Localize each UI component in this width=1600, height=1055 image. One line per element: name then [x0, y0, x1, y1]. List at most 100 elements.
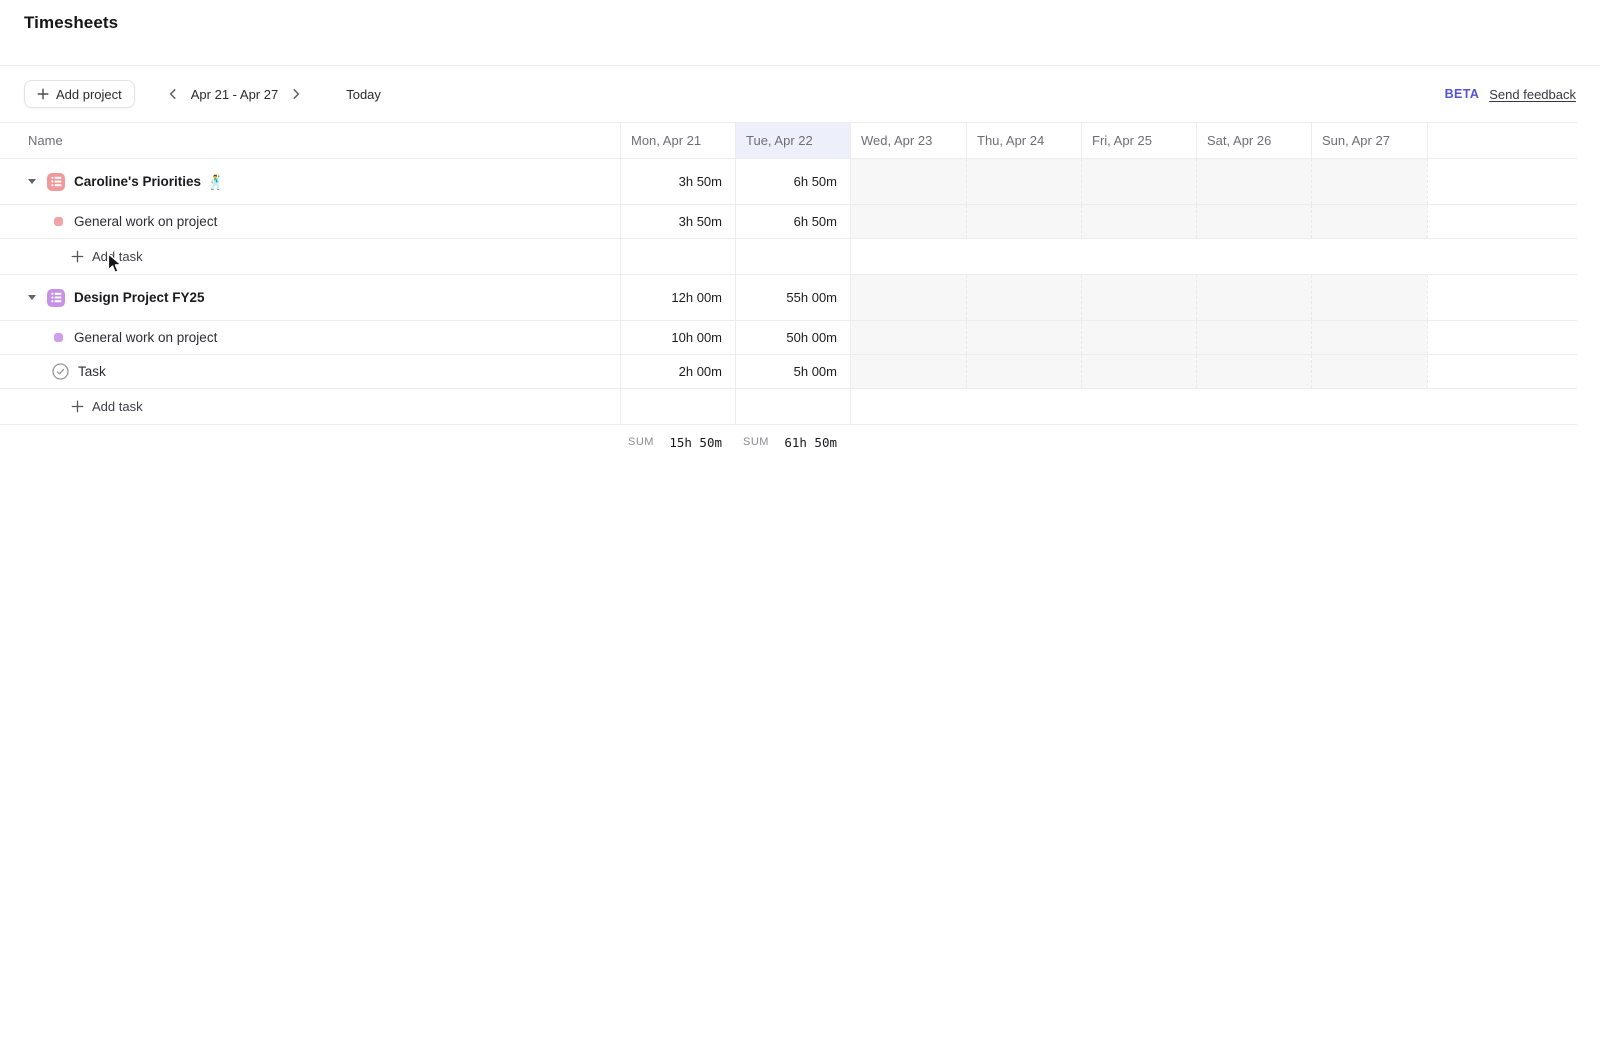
time-cell-sun-empty [1311, 159, 1427, 204]
sum-cell-mon: SUM 15h 50m [620, 425, 735, 459]
task-row-task[interactable]: Task 2h 00m 5h 00m [0, 355, 1577, 389]
project-name-cell[interactable]: Caroline's Priorities 🕺 [0, 159, 620, 204]
time-cell-mon[interactable]: 10h 00m [620, 321, 735, 354]
time-cell-tue[interactable]: 5h 00m [735, 355, 850, 388]
beta-badge: BETA [1445, 87, 1480, 101]
time-cell-fri-empty [1081, 275, 1196, 320]
time-cell-wed-empty [850, 159, 966, 204]
add-task-row[interactable]: Add task [0, 239, 1577, 275]
sum-value-mon: 15h 50m [669, 435, 722, 450]
page-title: Timesheets [24, 13, 1576, 33]
project-title: Caroline's Priorities [74, 174, 201, 189]
empty-cell [620, 239, 735, 274]
time-cell-thu-empty [966, 355, 1081, 388]
add-task-label: Add task [92, 399, 143, 414]
time-cell-thu-empty [966, 159, 1081, 204]
time-cell-tue[interactable]: 6h 50m [735, 205, 850, 238]
project-emoji: 🕺 [207, 175, 224, 189]
time-cell-sun-empty [1311, 205, 1427, 238]
time-cell-tue[interactable]: 6h 50m [735, 159, 850, 204]
time-cell-tue[interactable]: 55h 00m [735, 275, 850, 320]
task-bullet-icon [54, 217, 63, 226]
column-header-sat: Sat, Apr 26 [1196, 123, 1311, 158]
time-cell-thu-empty [966, 205, 1081, 238]
chevron-right-icon[interactable] [284, 82, 308, 106]
project-row-design-project-fy25[interactable]: Design Project FY25 12h 00m 55h 00m [0, 275, 1577, 321]
time-cell-wed-empty [850, 205, 966, 238]
trailing-cell [1427, 159, 1577, 204]
empty-cell [620, 389, 735, 424]
table-header-row: Name Mon, Apr 21 Tue, Apr 22 Wed, Apr 23… [0, 122, 1577, 159]
empty-cell [850, 389, 966, 424]
time-cell-sun-empty [1311, 321, 1427, 354]
check-circle-icon[interactable] [52, 363, 69, 380]
time-cell-mon[interactable]: 3h 50m [620, 159, 735, 204]
project-name-cell[interactable]: Design Project FY25 [0, 275, 620, 320]
plus-icon [71, 400, 84, 413]
timesheet-grid: Name Mon, Apr 21 Tue, Apr 22 Wed, Apr 23… [0, 122, 1577, 459]
today-button[interactable]: Today [346, 87, 381, 102]
add-task-button[interactable]: Add task [0, 239, 620, 274]
column-header-trailing [1427, 123, 1577, 158]
time-cell-mon[interactable]: 2h 00m [620, 355, 735, 388]
column-header-sun: Sun, Apr 27 [1311, 123, 1427, 158]
column-header-fri: Fri, Apr 25 [1081, 123, 1196, 158]
time-cell-thu-empty [966, 321, 1081, 354]
plus-icon [37, 88, 49, 100]
collapse-caret-icon[interactable] [28, 295, 36, 300]
add-project-label: Add project [56, 87, 122, 102]
time-cell-wed-empty [850, 275, 966, 320]
column-header-thu: Thu, Apr 24 [966, 123, 1081, 158]
time-cell-wed-empty [850, 355, 966, 388]
column-header-tue: Tue, Apr 22 [735, 123, 850, 158]
task-name-cell[interactable]: Task [0, 355, 620, 388]
time-cell-sat-empty [1196, 321, 1311, 354]
add-project-button[interactable]: Add project [24, 80, 135, 108]
time-cell-mon[interactable]: 3h 50m [620, 205, 735, 238]
task-bullet-icon [54, 333, 63, 342]
task-row-general-work[interactable]: General work on project 3h 50m 6h 50m [0, 205, 1577, 239]
time-cell-sun-empty [1311, 275, 1427, 320]
add-task-button[interactable]: Add task [0, 389, 620, 424]
time-cell-fri-empty [1081, 205, 1196, 238]
task-label: General work on project [74, 214, 217, 229]
collapse-caret-icon[interactable] [28, 179, 36, 184]
project-list-icon [47, 173, 65, 191]
time-cell-sat-empty [1196, 205, 1311, 238]
task-row-general-work[interactable]: General work on project 10h 00m 50h 00m [0, 321, 1577, 355]
toolbar: Add project Apr 21 - Apr 27 Today BETA S… [0, 66, 1600, 122]
date-navigation: Apr 21 - Apr 27 [161, 82, 308, 106]
send-feedback-link[interactable]: Send feedback [1489, 87, 1576, 102]
date-range-label[interactable]: Apr 21 - Apr 27 [191, 87, 278, 102]
trailing-cell [1427, 321, 1577, 354]
chevron-left-icon[interactable] [161, 82, 185, 106]
time-cell-tue[interactable]: 50h 00m [735, 321, 850, 354]
time-cell-fri-empty [1081, 355, 1196, 388]
column-header-wed: Wed, Apr 23 [850, 123, 966, 158]
task-label: Task [78, 364, 106, 379]
app-header: Timesheets [0, 0, 1600, 66]
sum-value-tue: 61h 50m [784, 435, 837, 450]
column-header-mon: Mon, Apr 21 [620, 123, 735, 158]
project-row-carolines-priorities[interactable]: Caroline's Priorities 🕺 3h 50m 6h 50m [0, 159, 1577, 205]
sum-label: SUM [743, 436, 769, 448]
sum-cell-tue: SUM 61h 50m [735, 425, 850, 459]
empty-cell [850, 239, 966, 274]
trailing-cell [1427, 275, 1577, 320]
task-name-cell[interactable]: General work on project [0, 321, 620, 354]
task-name-cell[interactable]: General work on project [0, 205, 620, 238]
column-header-name: Name [0, 123, 620, 158]
time-cell-fri-empty [1081, 159, 1196, 204]
toolbar-right-group: BETA Send feedback [1445, 87, 1576, 102]
time-cell-mon[interactable]: 12h 00m [620, 275, 735, 320]
plus-icon [71, 250, 84, 263]
trailing-cell [1427, 205, 1577, 238]
add-task-row[interactable]: Add task [0, 389, 1577, 425]
empty-cell [735, 389, 850, 424]
time-cell-sat-empty [1196, 159, 1311, 204]
time-cell-fri-empty [1081, 321, 1196, 354]
project-list-icon [47, 289, 65, 307]
empty-cell [735, 239, 850, 274]
time-cell-wed-empty [850, 321, 966, 354]
task-label: General work on project [74, 330, 217, 345]
